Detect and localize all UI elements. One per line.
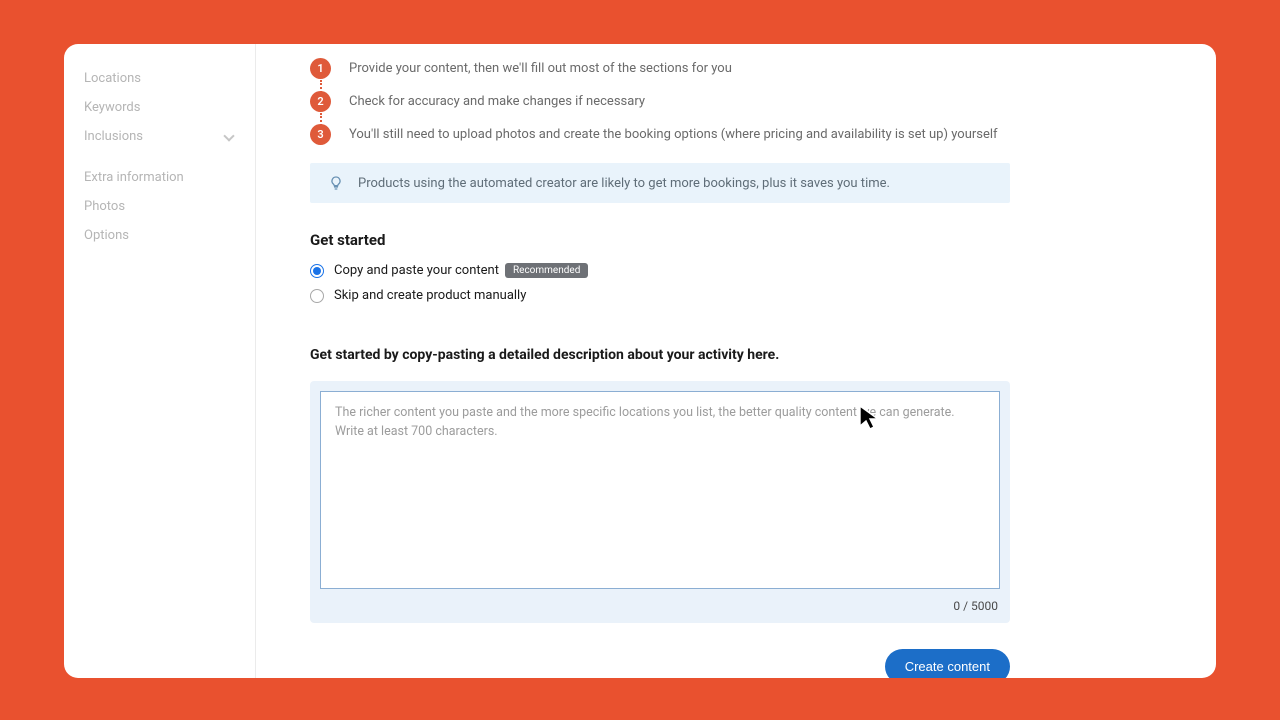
lightbulb-icon xyxy=(328,175,344,191)
tip-callout: Products using the automated creator are… xyxy=(310,163,1010,203)
sidebar-item-label: Photos xyxy=(84,199,125,214)
step-number-badge: 3 xyxy=(310,124,331,145)
steps-list: 1 Provide your content, then we'll fill … xyxy=(310,58,1010,145)
char-counter: 0 / 5000 xyxy=(320,593,1000,613)
step-row: 1 Provide your content, then we'll fill … xyxy=(310,58,1010,91)
step-number-badge: 1 xyxy=(310,58,331,79)
tip-text: Products using the automated creator are… xyxy=(358,176,890,191)
sidebar-item-options[interactable]: Options xyxy=(78,221,241,250)
radio-input-checked[interactable] xyxy=(310,264,324,278)
radio-label: Skip and create product manually xyxy=(334,288,526,303)
chevron-down-icon xyxy=(223,131,235,143)
sidebar-item-inclusions[interactable]: Inclusions xyxy=(78,122,241,151)
sidebar-item-label: Keywords xyxy=(84,100,140,115)
main-scroll[interactable]: 1 Provide your content, then we'll fill … xyxy=(256,44,1216,678)
radio-copy-paste[interactable]: Copy and paste your content Recommended xyxy=(310,263,1010,278)
step-text: Check for accuracy and make changes if n… xyxy=(349,91,645,112)
sidebar-item-label: Inclusions xyxy=(84,129,143,144)
sidebar-item-label: Locations xyxy=(84,71,141,86)
radio-input[interactable] xyxy=(310,289,324,303)
step-text: Provide your content, then we'll fill ou… xyxy=(349,58,732,79)
recommended-badge: Recommended xyxy=(505,263,588,278)
actions-row: Create content xyxy=(310,623,1010,678)
editor-heading: Get started by copy-pasting a detailed d… xyxy=(310,345,1010,365)
get-started-heading: Get started xyxy=(310,231,1010,249)
app-window: Locations Keywords Inclusions Extra info… xyxy=(64,44,1216,678)
main-content: 1 Provide your content, then we'll fill … xyxy=(310,44,1010,678)
create-content-button[interactable]: Create content xyxy=(885,649,1010,678)
sidebar-item-extra-information[interactable]: Extra information xyxy=(78,163,241,192)
radio-label: Copy and paste your content xyxy=(334,263,499,278)
step-text: You'll still need to upload photos and c… xyxy=(349,124,998,145)
sidebar-item-label: Options xyxy=(84,228,129,243)
editor-container: 0 / 5000 xyxy=(310,381,1010,623)
sidebar-item-keywords[interactable]: Keywords xyxy=(78,93,241,122)
sidebar-item-photos[interactable]: Photos xyxy=(78,192,241,221)
description-textarea[interactable] xyxy=(320,391,1000,589)
radio-skip-manual[interactable]: Skip and create product manually xyxy=(310,288,1010,303)
step-row: 3 You'll still need to upload photos and… xyxy=(310,124,1010,145)
sidebar: Locations Keywords Inclusions Extra info… xyxy=(64,44,256,678)
step-row: 2 Check for accuracy and make changes if… xyxy=(310,91,1010,124)
sidebar-item-locations[interactable]: Locations xyxy=(78,64,241,93)
step-number-badge: 2 xyxy=(310,91,331,112)
sidebar-item-label: Extra information xyxy=(84,170,184,185)
